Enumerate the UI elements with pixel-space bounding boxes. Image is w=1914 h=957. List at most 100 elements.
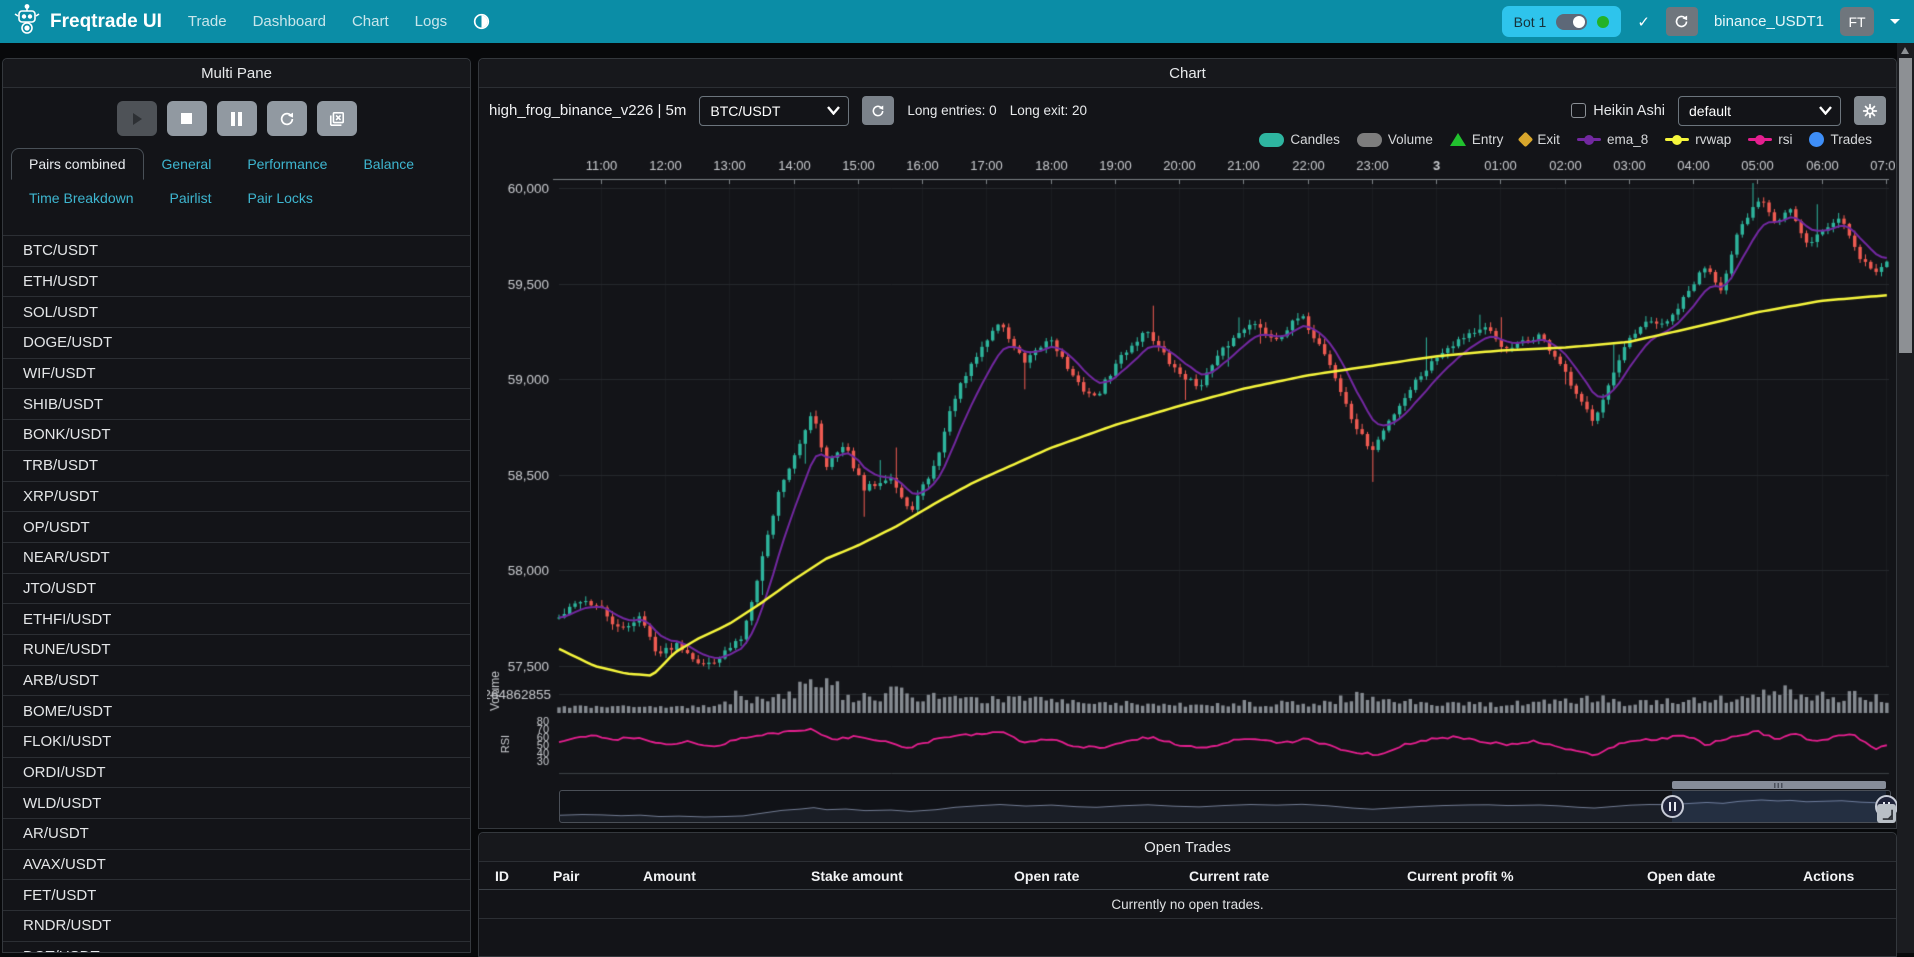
long-exits-count: Long exit: 20 — [1010, 103, 1087, 118]
col-amount[interactable]: Amount — [643, 868, 696, 884]
tab-pair-locks[interactable]: Pair Locks — [230, 182, 331, 214]
col-pair[interactable]: Pair — [553, 868, 579, 884]
bot-controls — [3, 88, 470, 148]
pair-row-trb[interactable]: TRB/USDT — [3, 451, 470, 482]
scroll-up-arrow[interactable] — [1901, 47, 1909, 54]
tab-general[interactable]: General — [144, 148, 230, 180]
pair-row-jto[interactable]: JTO/USDT — [3, 574, 470, 605]
strategy-label: high_frog_binance_v226 | 5m — [489, 102, 686, 119]
pair-row-wif[interactable]: WIF/USDT — [3, 359, 470, 390]
pair-list: BTC/USDTETH/USDTSOL/USDTDOGE/USDTWIF/USD… — [3, 235, 470, 953]
pair-row-near[interactable]: NEAR/USDT — [3, 543, 470, 574]
pair-row-bonk[interactable]: BONK/USDT — [3, 420, 470, 451]
pair-row-floki[interactable]: FLOKI/USDT — [3, 727, 470, 758]
bot-toggle[interactable] — [1556, 14, 1587, 30]
pause-button[interactable] — [217, 101, 257, 136]
chevron-down-icon[interactable] — [1890, 19, 1900, 24]
legend-item-ema_8[interactable]: ema_8 — [1577, 132, 1648, 147]
long-entries-count: Long entries: 0 — [907, 103, 996, 118]
pair-row-xrp[interactable]: XRP/USDT — [3, 482, 470, 513]
bot-chip-label: Bot 1 — [1514, 14, 1547, 30]
nav-item-trade[interactable]: Trade — [188, 13, 227, 30]
stop-button[interactable] — [167, 101, 207, 136]
pair-row-rndr[interactable]: RNDR/USDT — [3, 911, 470, 942]
open-trades-header-row: ID Pair Amount Stake amount Open rate Current… — [479, 862, 1896, 890]
refresh-chart-button[interactable] — [862, 96, 894, 125]
nav-item-chart[interactable]: Chart — [352, 13, 389, 30]
pair-row-dot[interactable]: DOT/USDT — [3, 942, 470, 953]
chart-panel-title: Chart — [479, 59, 1896, 88]
tab-balance[interactable]: Balance — [345, 148, 432, 180]
brand-title: Freqtrade UI — [50, 11, 162, 33]
brand[interactable]: Freqtrade UI — [14, 4, 162, 40]
chart-resize-handle[interactable] — [1877, 804, 1896, 823]
pair-row-doge[interactable]: DOGE/USDT — [3, 328, 470, 359]
legend-item-exit[interactable]: Exit — [1520, 132, 1560, 147]
pair-row-arb[interactable]: ARB/USDT — [3, 666, 470, 697]
open-trades-title: Open Trades — [479, 833, 1896, 862]
pair-row-fet[interactable]: FET/USDT — [3, 880, 470, 911]
pair-row-sol[interactable]: SOL/USDT — [3, 297, 470, 328]
tab-pairs-combined[interactable]: Pairs combined — [11, 148, 144, 180]
col-stake-amount[interactable]: Stake amount — [811, 868, 903, 884]
freqtrade-logo-icon — [14, 4, 40, 40]
pair-select[interactable]: BTC/USDT — [699, 96, 849, 126]
nav-item-dashboard[interactable]: Dashboard — [253, 13, 326, 30]
volume-swatch-icon — [1357, 133, 1382, 147]
rvwap-swatch-icon — [1665, 138, 1689, 141]
pair-row-ordi[interactable]: ORDI/USDT — [3, 758, 470, 789]
nav-menu: Trade Dashboard Chart Logs — [188, 13, 447, 30]
legend-item-trades[interactable]: Trades — [1809, 132, 1872, 147]
pair-row-eth[interactable]: ETH/USDT — [3, 267, 470, 298]
col-open-rate[interactable]: Open rate — [1014, 868, 1079, 884]
legend-item-volume[interactable]: Volume — [1357, 132, 1433, 147]
pair-row-avax[interactable]: AVAX/USDT — [3, 850, 470, 881]
legend-item-rvwap[interactable]: rvwap — [1665, 132, 1731, 147]
legend-item-entry[interactable]: Entry — [1450, 132, 1504, 147]
pair-row-ar[interactable]: AR/USDT — [3, 819, 470, 850]
pair-row-shib[interactable]: SHIB/USDT — [3, 389, 470, 420]
datazoom-slider[interactable] — [559, 790, 1891, 823]
col-open-date[interactable]: Open date — [1647, 868, 1715, 884]
bot-chip[interactable]: Bot 1 — [1502, 6, 1622, 37]
pair-row-wld[interactable]: WLD/USDT — [3, 788, 470, 819]
play-button[interactable] — [117, 101, 157, 136]
clear-chart-button[interactable] — [317, 101, 357, 136]
pair-row-bome[interactable]: BOME/USDT — [3, 696, 470, 727]
datazoom-left-handle[interactable] — [1661, 795, 1684, 818]
page-scrollbar[interactable] — [1897, 43, 1914, 953]
nav-item-logs[interactable]: Logs — [415, 13, 448, 30]
pair-row-btc[interactable]: BTC/USDT — [3, 236, 470, 267]
tab-performance[interactable]: Performance — [229, 148, 345, 180]
col-id[interactable]: ID — [495, 868, 509, 884]
refresh-button[interactable] — [267, 101, 307, 136]
chart-panel: Chart high_frog_binance_v226 | 5m BTC/US… — [478, 58, 1897, 829]
col-current-rate[interactable]: Current rate — [1189, 868, 1269, 884]
tab-pairlist[interactable]: Pairlist — [152, 182, 230, 214]
pair-row-rune[interactable]: RUNE/USDT — [3, 635, 470, 666]
pair-row-ethfi[interactable]: ETHFI/USDT — [3, 604, 470, 635]
bot-account-name: binance_USDT1 — [1714, 13, 1824, 30]
pair-row-op[interactable]: OP/USDT — [3, 512, 470, 543]
datazoom-selection[interactable] — [1672, 791, 1886, 822]
legend-item-rsi[interactable]: rsi — [1748, 132, 1792, 147]
datazoom-drag-bar[interactable] — [1672, 781, 1886, 789]
exit-swatch-icon — [1518, 132, 1534, 148]
reload-bot-button[interactable] — [1666, 7, 1698, 36]
bot-online-dot — [1597, 16, 1609, 28]
theme-toggle-icon[interactable] — [473, 13, 490, 30]
legend-item-candles[interactable]: Candles — [1259, 132, 1340, 147]
scrollbar-thumb[interactable] — [1899, 58, 1912, 353]
plot-config-select[interactable]: default — [1678, 96, 1841, 126]
check-icon: ✓ — [1637, 13, 1650, 31]
user-avatar[interactable]: FT — [1840, 7, 1874, 36]
entry-swatch-icon — [1450, 133, 1466, 146]
plot-settings-button[interactable] — [1854, 96, 1886, 125]
tab-time-breakdown[interactable]: Time Breakdown — [11, 182, 152, 214]
open-trades-empty-message: Currently no open trades. — [479, 890, 1896, 919]
heikin-ashi-checkbox[interactable] — [1571, 103, 1586, 118]
candles-swatch-icon — [1259, 133, 1284, 147]
col-actions[interactable]: Actions — [1803, 868, 1854, 884]
price-chart-canvas[interactable] — [487, 146, 1895, 786]
col-current-profit-pct[interactable]: Current profit % — [1407, 868, 1514, 884]
